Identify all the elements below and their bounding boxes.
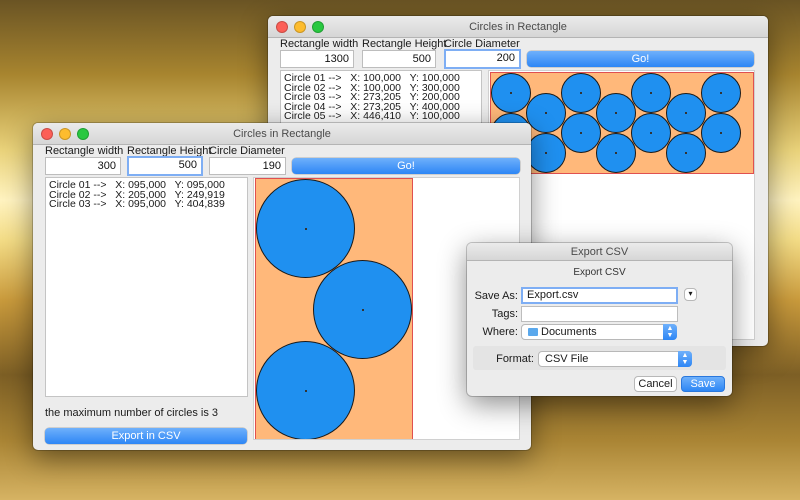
list-item[interactable]: Circle 05 --> X: 446,410 Y: 100,000: [284, 111, 478, 122]
window-controls: [41, 128, 89, 140]
circle: [631, 113, 671, 153]
circle: [256, 341, 355, 439]
rectangle-height-input[interactable]: 500: [362, 50, 436, 68]
folder-icon: [528, 328, 538, 336]
status-text: the maximum number of circles is 3: [45, 407, 218, 419]
circle: [666, 93, 706, 133]
front-window: Circles in Rectangle Rectangle width Rec…: [33, 123, 531, 450]
format-popup[interactable]: CSV File ▲ ▼: [538, 351, 692, 367]
circle: [313, 260, 412, 359]
rectangle-width-input[interactable]: 1300: [280, 50, 354, 68]
back-window-titlebar[interactable]: Circles in Rectangle: [268, 16, 768, 38]
circle: [526, 93, 566, 133]
list-item[interactable]: Circle 03 --> X: 095,000 Y: 404,839: [49, 199, 244, 210]
circle: [256, 179, 355, 278]
chevron-down-icon: ▾: [688, 289, 693, 298]
circle: [596, 133, 636, 173]
save-as-input[interactable]: Export.csv: [521, 287, 678, 304]
circle: [701, 113, 741, 153]
circle: [701, 73, 741, 113]
format-label: Format:: [496, 353, 534, 365]
dialog-title: Export CSV: [570, 246, 629, 258]
minimize-icon[interactable]: [59, 128, 71, 140]
label-circle-diameter: Circle Diameter: [209, 145, 285, 157]
cancel-button[interactable]: Cancel: [634, 376, 677, 392]
circle: [491, 73, 531, 113]
updown-arrows-icon: ▲ ▼: [678, 351, 692, 367]
rectangle-width-input[interactable]: 300: [45, 157, 121, 175]
tags-input[interactable]: [521, 306, 678, 322]
circle: [561, 113, 601, 153]
expand-dialog-button[interactable]: ▾: [684, 288, 697, 301]
where-label: Where:: [482, 326, 518, 338]
close-icon[interactable]: [41, 128, 53, 140]
format-value: CSV File: [545, 353, 589, 365]
label-rectangle-width: Rectangle width: [280, 38, 359, 50]
circle: [526, 133, 566, 173]
go-button[interactable]: Go!: [527, 51, 754, 67]
tags-label: Tags:: [491, 308, 518, 320]
updown-arrows-icon: ▲ ▼: [663, 324, 677, 340]
window-title: Circles in Rectangle: [469, 21, 567, 33]
where-popup[interactable]: Documents ▲ ▼: [521, 324, 677, 340]
front-window-titlebar[interactable]: Circles in Rectangle: [33, 123, 531, 145]
close-icon[interactable]: [276, 21, 288, 33]
circle: [596, 93, 636, 133]
dialog-subtitle: Export CSV: [573, 267, 626, 278]
circle-list[interactable]: Circle 01 --> X: 095,000 Y: 095,000 Circ…: [45, 177, 248, 397]
circle: [631, 73, 671, 113]
circle-diameter-input[interactable]: 200: [444, 49, 521, 69]
circle: [561, 73, 601, 113]
rectangle-height-input[interactable]: 500: [127, 156, 203, 176]
export-csv-button[interactable]: Export in CSV: [45, 428, 247, 444]
label-rectangle-width: Rectangle width: [45, 145, 124, 157]
save-as-label: Save As:: [474, 290, 518, 302]
circle: [666, 133, 706, 173]
minimize-icon[interactable]: [294, 21, 306, 33]
save-button[interactable]: Save: [681, 376, 725, 392]
window-controls: [276, 21, 324, 33]
circle-diameter-input[interactable]: 190: [209, 157, 286, 175]
rectangle-area: [255, 178, 413, 439]
go-button[interactable]: Go!: [292, 158, 520, 174]
zoom-icon[interactable]: [312, 21, 324, 33]
export-dialog: Export CSV Export CSV Save As: Export.cs…: [467, 243, 732, 396]
zoom-icon[interactable]: [77, 128, 89, 140]
where-value: Documents: [541, 326, 597, 338]
label-rectangle-height: Rectangle Height: [362, 38, 447, 50]
export-dialog-titlebar[interactable]: Export CSV: [467, 243, 732, 261]
window-title: Circles in Rectangle: [233, 128, 331, 140]
circle-list[interactable]: Circle 01 --> X: 100,000 Y: 100,000 Circ…: [280, 70, 482, 128]
